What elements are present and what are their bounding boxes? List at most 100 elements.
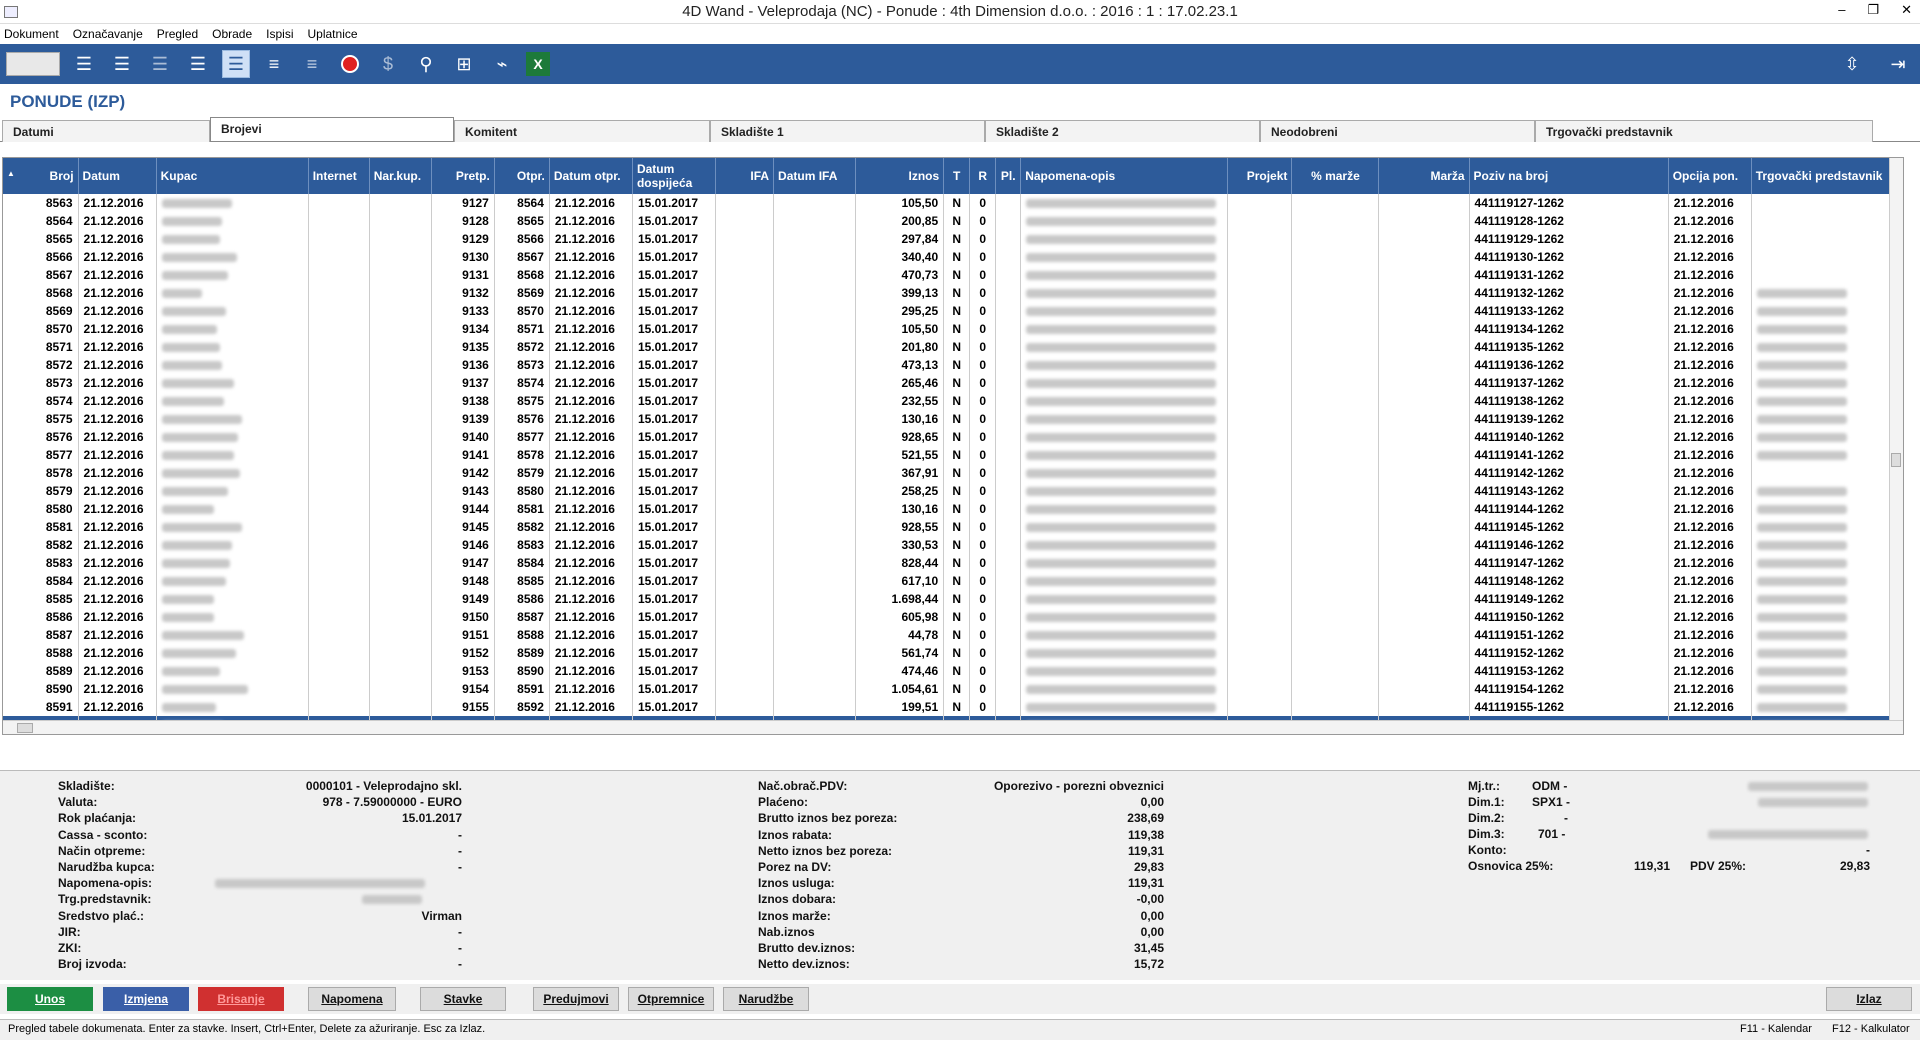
- table-row[interactable]: 8572 21.12.2016 9136 8573 21.12.2016 15.01.20…: [3, 356, 1903, 374]
- view-dense-icon[interactable]: ≡: [298, 50, 326, 78]
- table-row[interactable]: 8582 21.12.2016 9146 8583 21.12.2016 15.01.20…: [3, 536, 1903, 554]
- tree-icon[interactable]: ⊞: [450, 50, 478, 78]
- otpremnice-button[interactable]: Otpremnice: [628, 987, 714, 1011]
- menu-obrade[interactable]: Obrade: [212, 27, 252, 41]
- menu-ispisi[interactable]: Ispisi: [266, 27, 293, 41]
- cell-pretp: 9152: [431, 644, 495, 662]
- col-internet[interactable]: Internet: [308, 158, 370, 194]
- table-row[interactable]: 8566 21.12.2016 9130 8567 21.12.2016 15.01.20…: [3, 248, 1903, 266]
- quick-search-input[interactable]: [6, 52, 60, 76]
- table-row[interactable]: 8568 21.12.2016 9132 8569 21.12.2016 15.01.20…: [3, 284, 1903, 302]
- search-icon[interactable]: ⚲: [412, 50, 440, 78]
- tab-trgovacki-predstavnik[interactable]: Trgovački predstavnik: [1535, 120, 1873, 142]
- horizontal-scrollbar[interactable]: [3, 720, 1903, 734]
- table-row[interactable]: 8584 21.12.2016 9148 8585 21.12.2016 15.01.20…: [3, 572, 1903, 590]
- table-row[interactable]: 8581 21.12.2016 9145 8582 21.12.2016 15.01.20…: [3, 518, 1903, 536]
- tab-skladiste-1[interactable]: Skladište 1: [710, 120, 985, 142]
- col-pl[interactable]: Pl.: [995, 158, 1022, 194]
- record-icon[interactable]: [336, 50, 364, 78]
- table-row[interactable]: 8565 21.12.2016 9129 8566 21.12.2016 15.01.20…: [3, 230, 1903, 248]
- table-row[interactable]: 8589 21.12.2016 9153 8590 21.12.2016 15.01.20…: [3, 662, 1903, 680]
- table-row[interactable]: 8573 21.12.2016 9137 8574 21.12.2016 15.01.20…: [3, 374, 1903, 392]
- table-row[interactable]: 8588 21.12.2016 9152 8589 21.12.2016 15.01.20…: [3, 644, 1903, 662]
- col-otpr[interactable]: Otpr.: [494, 158, 550, 194]
- tab-skladiste-2[interactable]: Skladište 2: [985, 120, 1260, 142]
- table-row[interactable]: 8577 21.12.2016 9141 8578 21.12.2016 15.01.20…: [3, 446, 1903, 464]
- excel-icon[interactable]: X: [526, 52, 550, 76]
- table-row[interactable]: 8578 21.12.2016 9142 8579 21.12.2016 15.01.20…: [3, 464, 1903, 482]
- col-napomena-opis[interactable]: Napomena-opis: [1020, 158, 1229, 194]
- chart-icon[interactable]: ⌁: [488, 50, 516, 78]
- menu-oznacavanje[interactable]: Označavanje: [73, 27, 143, 41]
- table-row[interactable]: 8591 21.12.2016 9155 8592 21.12.2016 15.01.20…: [3, 698, 1903, 716]
- narudzbe-button[interactable]: Narudžbe: [723, 987, 809, 1011]
- col-datum-dospijeca[interactable]: Datum dospijeća: [632, 158, 717, 194]
- table-row[interactable]: 8575 21.12.2016 9139 8576 21.12.2016 15.01.20…: [3, 410, 1903, 428]
- unos-button[interactable]: Unos: [7, 987, 93, 1011]
- exit-icon[interactable]: ⇥: [1884, 50, 1912, 78]
- table-row[interactable]: 8587 21.12.2016 9151 8588 21.12.2016 15.01.20…: [3, 626, 1903, 644]
- menu-dokument[interactable]: Dokument: [4, 27, 59, 41]
- izlaz-button[interactable]: Izlaz: [1826, 987, 1912, 1011]
- cell-opcija-pon: 21.12.2016: [1668, 500, 1752, 518]
- col-opcija-pon[interactable]: Opcija pon.: [1668, 158, 1752, 194]
- col-poziv-na-broj[interactable]: Poziv na broj: [1469, 158, 1669, 194]
- izmjena-button[interactable]: Izmjena: [103, 987, 189, 1011]
- brisanje-button[interactable]: Brisanje: [198, 987, 284, 1011]
- col-nar-kup[interactable]: Nar.kup.: [369, 158, 432, 194]
- col-marza[interactable]: Marža: [1378, 158, 1470, 194]
- table-row[interactable]: 8570 21.12.2016 9134 8571 21.12.2016 15.01.20…: [3, 320, 1903, 338]
- vertical-scrollbar[interactable]: [1889, 158, 1903, 734]
- col-datum-otpr[interactable]: Datum otpr.: [549, 158, 633, 194]
- minimize-button[interactable]: –: [1838, 2, 1845, 18]
- split-icon[interactable]: ⇳: [1838, 50, 1866, 78]
- predujmovi-button[interactable]: Predujmovi: [533, 987, 619, 1011]
- table-row[interactable]: 8569 21.12.2016 9133 8570 21.12.2016 15.01.20…: [3, 302, 1903, 320]
- table-row[interactable]: 8586 21.12.2016 9150 8587 21.12.2016 15.01.20…: [3, 608, 1903, 626]
- close-button[interactable]: ✕: [1901, 2, 1912, 18]
- cell-t: N: [943, 230, 971, 248]
- table-row[interactable]: 8571 21.12.2016 9135 8572 21.12.2016 15.01.20…: [3, 338, 1903, 356]
- table-row[interactable]: 8563 21.12.2016 9127 8564 21.12.2016 15.01.20…: [3, 194, 1903, 212]
- col-datum[interactable]: Datum: [78, 158, 157, 194]
- table-row[interactable]: 8585 21.12.2016 9149 8586 21.12.2016 15.01.20…: [3, 590, 1903, 608]
- vertical-scroll-thumb[interactable]: [1891, 453, 1901, 467]
- table-row[interactable]: 8574 21.12.2016 9138 8575 21.12.2016 15.01.20…: [3, 392, 1903, 410]
- col-t[interactable]: T: [943, 158, 971, 194]
- horizontal-scroll-thumb[interactable]: [17, 723, 33, 733]
- table-row[interactable]: 8580 21.12.2016 9144 8581 21.12.2016 15.01.20…: [3, 500, 1903, 518]
- table-row[interactable]: 8576 21.12.2016 9140 8577 21.12.2016 15.01.20…: [3, 428, 1903, 446]
- list-delete-icon[interactable]: ☰: [146, 50, 174, 78]
- col-projekt[interactable]: Projekt: [1227, 158, 1293, 194]
- menu-uplatnice[interactable]: Uplatnice: [308, 27, 358, 41]
- col-datum-ifa[interactable]: Datum IFA: [773, 158, 857, 194]
- list-refresh-icon[interactable]: ☰: [184, 50, 212, 78]
- table-row[interactable]: 8564 21.12.2016 9128 8565 21.12.2016 15.01.20…: [3, 212, 1903, 230]
- table-row[interactable]: 8567 21.12.2016 9131 8568 21.12.2016 15.01.20…: [3, 266, 1903, 284]
- napomena-button[interactable]: Napomena: [308, 987, 396, 1011]
- tab-neodobreni[interactable]: Neodobreni: [1260, 120, 1535, 142]
- tab-datumi[interactable]: Datumi: [2, 120, 210, 142]
- dollar-icon[interactable]: $: [374, 50, 402, 78]
- tab-komitent[interactable]: Komitent: [454, 120, 710, 142]
- table-row[interactable]: 8590 21.12.2016 9154 8591 21.12.2016 15.01.20…: [3, 680, 1903, 698]
- col-pretp[interactable]: Pretp.: [431, 158, 495, 194]
- view-list-icon[interactable]: ☰: [222, 50, 250, 78]
- stavke-button[interactable]: Stavke: [420, 987, 506, 1011]
- tab-brojevi[interactable]: Brojevi: [210, 117, 454, 141]
- col-posto-marze[interactable]: % marže: [1291, 158, 1380, 194]
- list-add-icon[interactable]: ☰: [70, 50, 98, 78]
- col-trgovacki-predstavnik[interactable]: Trgovački predstavnik: [1751, 158, 1903, 194]
- table-row[interactable]: 8579 21.12.2016 9143 8580 21.12.2016 15.01.20…: [3, 482, 1903, 500]
- restore-button[interactable]: ❐: [1867, 2, 1879, 18]
- col-kupac[interactable]: Kupac: [156, 158, 309, 194]
- col-iznos[interactable]: Iznos: [855, 158, 945, 194]
- col-r[interactable]: R: [969, 158, 997, 194]
- documents-table[interactable]: ▲ Broj Datum Kupac Internet Nar.kup. Pret…: [2, 157, 1904, 735]
- list-edit-icon[interactable]: ☰: [108, 50, 136, 78]
- table-row[interactable]: 8583 21.12.2016 9147 8584 21.12.2016 15.01.20…: [3, 554, 1903, 572]
- col-ifa[interactable]: IFA: [715, 158, 775, 194]
- menu-pregled[interactable]: Pregled: [157, 27, 198, 41]
- view-compact-icon[interactable]: ≡: [260, 50, 288, 78]
- col-broj[interactable]: ▲ Broj: [3, 158, 79, 194]
